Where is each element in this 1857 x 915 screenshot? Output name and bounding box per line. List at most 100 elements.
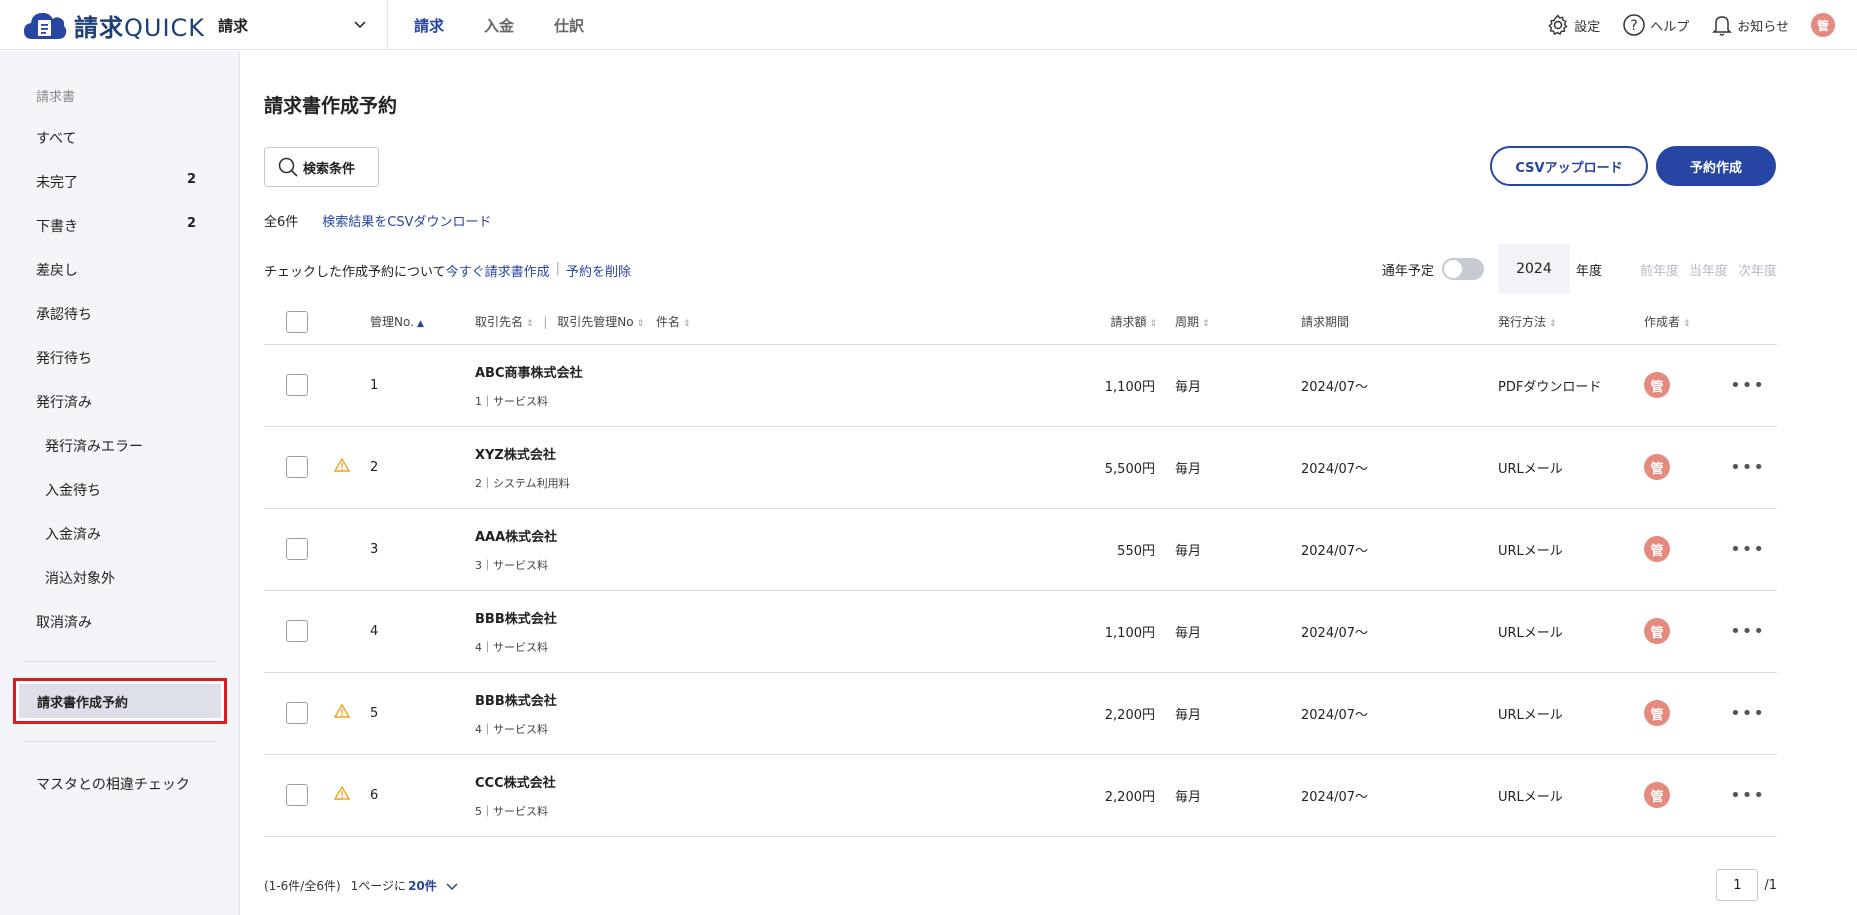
row-checkbox[interactable] (286, 784, 308, 806)
sidebar-item-excluded[interactable]: 消込対象外 (45, 568, 205, 588)
sidebar-item-cancelled[interactable]: 取消済み (36, 612, 196, 632)
client-subject: 5｜サービス料 (475, 804, 548, 818)
next-year-button[interactable]: 次年度 (1738, 260, 1777, 279)
period: 2024/07～ (1301, 461, 1369, 477)
more-options-icon[interactable]: ••• (1714, 590, 1777, 672)
more-options-icon[interactable]: ••• (1714, 426, 1777, 508)
client-name[interactable]: CCC株式会社 (475, 772, 1075, 791)
sidebar-item-incomplete[interactable]: 未完了 2 (36, 172, 196, 192)
sidebar-item-awaiting-payment[interactable]: 入金待ち (45, 480, 205, 500)
create-now-link[interactable]: 今すぐ請求書作成 (446, 261, 550, 280)
cycle: 毎月 (1175, 625, 1202, 641)
chevron-down-icon (446, 882, 458, 890)
amount: 1,100円 (1104, 379, 1155, 395)
per-page-select[interactable]: 20件 (408, 877, 437, 894)
table-row[interactable]: 3 AAA株式会社 3｜サービス料 550円 毎月 2024/07～ URLメール 管 ••• (264, 508, 1777, 590)
page-title: 請求書作成予約 (264, 95, 398, 117)
delete-reservation-link[interactable]: 予約を削除 (566, 261, 631, 280)
col-header-client[interactable]: 取引先名 ⇕ (475, 315, 534, 329)
sidebar-item-scheduled[interactable]: 請求書作成予約 (19, 684, 221, 718)
col-header-cycle[interactable]: 周期 ⇕ (1175, 300, 1301, 344)
col-header-method[interactable]: 発行方法 ⇕ (1498, 300, 1644, 344)
user-avatar[interactable]: 管 (1811, 13, 1835, 37)
table-row[interactable]: 1 ABC商事株式会社 1｜サービス料 1,100円 毎月 2024/07～ PDFダウンロ… (264, 344, 1777, 426)
nav-journal[interactable]: 仕訳 (534, 0, 604, 50)
client-name[interactable]: BBB株式会社 (475, 608, 1075, 627)
sidebar-item-draft[interactable]: 下書き 2 (36, 216, 196, 236)
row-checkbox[interactable] (286, 538, 308, 560)
client-name[interactable]: BBB株式会社 (475, 690, 1075, 709)
table-row[interactable]: 4 BBB株式会社 4｜サービス料 1,100円 毎月 2024/07～ URLメール 管 ••… (264, 590, 1777, 672)
nav-invoice[interactable]: 請求 (395, 0, 464, 50)
count-badge: 2 (186, 216, 196, 231)
sidebar-item-paid[interactable]: 入金済み (45, 524, 205, 544)
help-button[interactable]: ? ヘルプ (1622, 13, 1689, 37)
separator: | (555, 261, 561, 276)
col-header-creator[interactable]: 作成者 ⇕ (1644, 300, 1714, 344)
sort-icon: ⇕ (1149, 319, 1157, 330)
bulk-action-label: チェックした作成予約について (264, 265, 446, 280)
sidebar-item-issued[interactable]: 発行済み (36, 392, 196, 412)
col-header-period: 請求期間 (1301, 315, 1350, 330)
bell-icon (1712, 16, 1733, 36)
create-reservation-button[interactable]: 予約作成 (1656, 146, 1776, 186)
reservation-table: 管理No. ▲ 取引先名 ⇕ | 取引先管理No ⇕ 件名 ⇕ 請求額 ⇕ 周期 ⇕ 請求期… (264, 300, 1777, 837)
amount: 2,200円 (1104, 789, 1155, 805)
year-input[interactable]: 2024 (1497, 244, 1570, 294)
page-number-input[interactable]: 1 (1716, 869, 1759, 901)
sidebar-item-all[interactable]: すべて (36, 128, 196, 148)
row-checkbox[interactable] (286, 374, 308, 396)
col-header-amount[interactable]: 請求額 ⇕ (1075, 300, 1175, 344)
issue-method: URLメール (1498, 461, 1563, 477)
prev-year-button[interactable]: 前年度 (1640, 260, 1679, 279)
row-no: 3 (370, 541, 379, 557)
creator-avatar: 管 (1644, 782, 1670, 808)
more-options-icon[interactable]: ••• (1714, 344, 1777, 426)
client-name[interactable]: ABC商事株式会社 (475, 362, 1075, 381)
sidebar-item-master-check[interactable]: マスタとの相違チェック (36, 774, 236, 794)
row-checkbox[interactable] (286, 702, 308, 724)
row-checkbox[interactable] (286, 456, 308, 478)
more-options-icon[interactable]: ••• (1714, 508, 1777, 590)
csv-upload-button[interactable]: CSVアップロード (1490, 146, 1648, 186)
search-icon (278, 157, 298, 177)
client-subject: 4｜サービス料 (475, 640, 548, 654)
nav-payment[interactable]: 入金 (464, 0, 534, 50)
pagination-control: 1 /1 (1716, 869, 1777, 901)
row-checkbox[interactable] (286, 620, 308, 642)
amount: 1,100円 (1104, 625, 1155, 641)
app-logo[interactable]: 請求QUICK (22, 8, 205, 43)
select-all-checkbox[interactable] (286, 310, 308, 333)
sidebar-item-awaiting-approval[interactable]: 承認待ち (36, 304, 196, 324)
client-name[interactable]: AAA株式会社 (475, 526, 1075, 545)
col-header-subject[interactable]: 件名 ⇕ (656, 315, 691, 329)
table-row[interactable]: 5 BBB株式会社 4｜サービス料 2,200円 毎月 2024/07～ URLメール 管 ••… (264, 672, 1777, 754)
warning-icon (333, 785, 351, 804)
sidebar-item-issued-error[interactable]: 発行済みエラー (45, 436, 205, 456)
more-options-icon[interactable]: ••• (1714, 672, 1777, 754)
sort-icon: ⇕ (1202, 319, 1210, 330)
client-name[interactable]: XYZ株式会社 (475, 444, 1075, 463)
sidebar-item-scheduled-highlight[interactable]: 請求書作成予約 (13, 678, 227, 724)
period: 2024/07～ (1301, 789, 1369, 805)
cycle: 毎月 (1175, 543, 1202, 559)
sidebar-item-returned[interactable]: 差戻し (36, 260, 196, 280)
csv-download-link[interactable]: 検索結果をCSVダウンロード (322, 211, 491, 230)
notice-button[interactable]: お知らせ (1711, 13, 1789, 37)
table-row[interactable]: 6 CCC株式会社 5｜サービス料 2,200円 毎月 2024/07～ URLメール 管 ••… (264, 754, 1777, 836)
row-no: 5 (370, 705, 379, 721)
settings-button[interactable]: 設定 (1546, 13, 1600, 37)
col-header-client-no[interactable]: 取引先管理No ⇕ (557, 315, 644, 329)
table-row[interactable]: 2 XYZ株式会社 2｜システム利用料 5,500円 毎月 2024/07～ URLメール 管… (264, 426, 1777, 508)
sidebar-item-awaiting-issue[interactable]: 発行待ち (36, 348, 196, 368)
search-conditions-button[interactable]: 検索条件 (264, 147, 379, 187)
this-year-button[interactable]: 当年度 (1689, 260, 1728, 279)
more-options-icon[interactable]: ••• (1714, 754, 1777, 836)
col-header-no[interactable]: 管理No. ▲ (370, 300, 475, 344)
creator-avatar: 管 (1644, 536, 1670, 562)
app-selector[interactable]: 請求 (218, 0, 388, 50)
client-subject: 4｜サービス料 (475, 722, 548, 736)
issue-method: URLメール (1498, 789, 1563, 805)
yearly-toggle[interactable] (1441, 258, 1484, 280)
creator-avatar: 管 (1644, 618, 1670, 644)
